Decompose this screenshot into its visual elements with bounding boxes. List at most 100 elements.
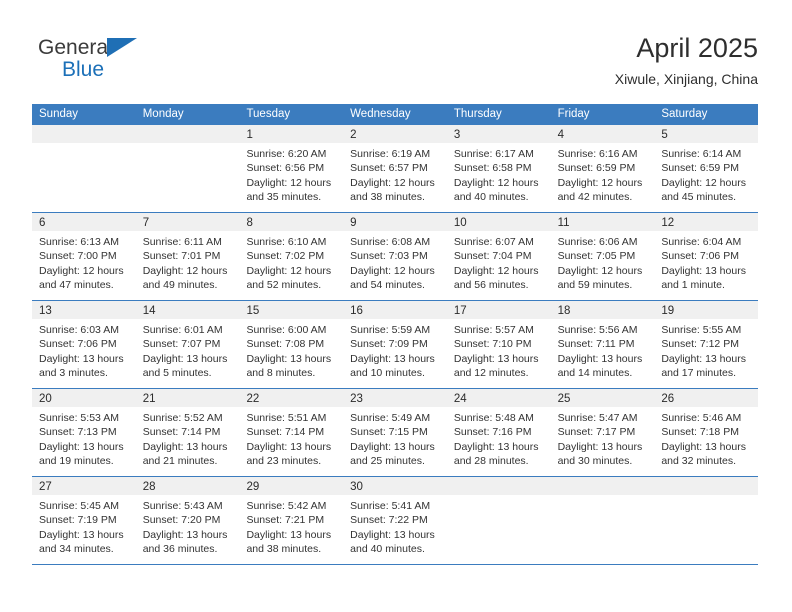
- sunset-text: Sunset: 7:01 PM: [142, 250, 221, 263]
- day-cell[interactable]: 18 Sunrise: 5:56 AM Sunset: 7:11 PM Dayligh…: [550, 301, 655, 388]
- daylight-text-line1: Daylight: 12 hours: [142, 264, 228, 277]
- day-cell[interactable]: 23 Sunrise: 5:49 AM Sunset: 7:15 PM Dayligh…: [343, 389, 447, 476]
- sunrise-text: Sunrise: 5:41 AM: [350, 500, 431, 512]
- day-cell[interactable]: 13 Sunrise: 6:03 AM Sunset: 7:06 PM Dayligh…: [32, 301, 136, 388]
- sunrise-text: Sunrise: 5:56 AM: [557, 324, 638, 336]
- day-cell[interactable]: 21 Sunrise: 5:52 AM Sunset: 7:14 PM Dayligh…: [135, 389, 240, 476]
- sunset-text: Sunset: 7:07 PM: [142, 338, 221, 351]
- daylight-text-line2: and 17 minutes.: [661, 366, 737, 379]
- day-cell[interactable]: [135, 125, 240, 212]
- day-cell[interactable]: 17 Sunrise: 5:57 AM Sunset: 7:10 PM Dayligh…: [446, 301, 551, 388]
- daylight-text-line1: Daylight: 13 hours: [557, 440, 643, 453]
- weekday-header-thursday: Thursday: [453, 108, 502, 120]
- day-number: 26: [661, 393, 675, 405]
- daylight-text-line2: and 56 minutes.: [453, 278, 529, 291]
- daylight-text-line2: and 30 minutes.: [557, 454, 633, 467]
- day-cell[interactable]: 20 Sunrise: 5:53 AM Sunset: 7:13 PM Dayligh…: [32, 389, 136, 476]
- day-number: 15: [246, 305, 260, 317]
- sunset-text: Sunset: 7:18 PM: [661, 426, 739, 439]
- week-row: 1 Sunrise: 6:20 AM Sunset: 6:56 PM Daylight…: [32, 125, 759, 213]
- sunrise-text: Sunrise: 5:59 AM: [350, 324, 431, 336]
- daylight-text-line1: Daylight: 12 hours: [453, 264, 539, 277]
- sunrise-text: Sunrise: 6:10 AM: [246, 236, 327, 248]
- day-cell[interactable]: 3 Sunrise: 6:17 AM Sunset: 6:58 PM Daylight…: [446, 125, 551, 212]
- day-cell[interactable]: [654, 477, 759, 564]
- sunrise-text: Sunrise: 5:55 AM: [661, 324, 742, 336]
- day-cell[interactable]: 8 Sunrise: 6:10 AM Sunset: 7:02 PM Daylight…: [239, 213, 344, 300]
- daylight-text-line2: and 12 minutes.: [453, 366, 529, 379]
- sunrise-text: Sunrise: 5:42 AM: [246, 500, 327, 512]
- sunset-text: Sunset: 7:17 PM: [557, 426, 636, 439]
- daylight-text-line2: and 40 minutes.: [350, 542, 425, 555]
- sunset-text: Sunset: 7:22 PM: [350, 514, 428, 527]
- day-cell[interactable]: 1 Sunrise: 6:20 AM Sunset: 6:56 PM Daylight…: [239, 125, 344, 212]
- day-number: 3: [453, 129, 461, 141]
- sunset-text: Sunset: 7:00 PM: [39, 250, 117, 263]
- day-number: 13: [39, 305, 52, 317]
- day-cell[interactable]: 10 Sunrise: 6:07 AM Sunset: 7:04 PM Dayligh…: [446, 213, 551, 300]
- day-number: 18: [557, 305, 571, 317]
- daylight-text-line1: Daylight: 12 hours: [39, 264, 124, 277]
- daylight-text-line1: Daylight: 12 hours: [246, 264, 332, 277]
- sunrise-text: Sunrise: 6:08 AM: [350, 236, 431, 248]
- day-cell[interactable]: 11 Sunrise: 6:06 AM Sunset: 7:05 PM Dayligh…: [550, 213, 655, 300]
- day-number: 22: [246, 393, 260, 405]
- day-cell[interactable]: 5 Sunrise: 6:14 AM Sunset: 6:59 PM Daylight…: [654, 125, 759, 212]
- sunset-text: Sunset: 7:13 PM: [39, 426, 117, 439]
- day-cell[interactable]: 27 Sunrise: 5:45 AM Sunset: 7:19 PM Dayligh…: [32, 477, 136, 564]
- day-number: 20: [39, 393, 52, 405]
- sunset-text: Sunset: 7:08 PM: [246, 338, 325, 351]
- daylight-text-line1: Daylight: 12 hours: [661, 176, 746, 189]
- calendar-grid: Sunday Monday Tuesday Wednesday Thursday…: [32, 104, 759, 565]
- day-cell[interactable]: 22 Sunrise: 5:51 AM Sunset: 7:14 PM Dayligh…: [239, 389, 344, 476]
- week-row: 13 Sunrise: 6:03 AM Sunset: 7:06 PM Dayligh…: [32, 301, 759, 389]
- sunset-text: Sunset: 6:58 PM: [453, 162, 532, 175]
- sunset-text: Sunset: 6:59 PM: [557, 162, 636, 175]
- sunset-text: Sunset: 7:10 PM: [453, 338, 532, 351]
- day-cell[interactable]: [446, 477, 551, 564]
- sunrise-text: Sunrise: 5:43 AM: [142, 500, 223, 512]
- day-cell[interactable]: [550, 477, 655, 564]
- daylight-text-line2: and 28 minutes.: [453, 454, 529, 467]
- daylight-text-line1: Daylight: 13 hours: [661, 264, 746, 277]
- day-cell[interactable]: 12 Sunrise: 6:04 AM Sunset: 7:06 PM Dayligh…: [654, 213, 759, 300]
- sunrise-text: Sunrise: 6:13 AM: [39, 236, 119, 248]
- day-cell[interactable]: 28 Sunrise: 5:43 AM Sunset: 7:20 PM Dayligh…: [135, 477, 240, 564]
- sunset-text: Sunset: 7:02 PM: [246, 250, 325, 263]
- page-title: April 2025: [636, 33, 758, 63]
- daylight-text-line2: and 19 minutes.: [39, 454, 114, 467]
- daylight-text-line2: and 49 minutes.: [142, 278, 218, 291]
- weekday-header-friday: Friday: [557, 108, 590, 120]
- sunset-text: Sunset: 7:11 PM: [557, 338, 635, 351]
- day-cell[interactable]: 30 Sunrise: 5:41 AM Sunset: 7:22 PM Dayligh…: [343, 477, 447, 564]
- day-cell[interactable]: 25 Sunrise: 5:47 AM Sunset: 7:17 PM Dayligh…: [550, 389, 655, 476]
- sunrise-text: Sunrise: 6:20 AM: [246, 148, 327, 160]
- daylight-text-line1: Daylight: 13 hours: [142, 440, 228, 453]
- general-blue-logo[interactable]: General Blue: [38, 36, 168, 88]
- day-number: 8: [246, 217, 253, 229]
- daylight-text-line2: and 38 minutes.: [350, 190, 425, 203]
- day-cell[interactable]: 26 Sunrise: 5:46 AM Sunset: 7:18 PM Dayligh…: [654, 389, 759, 476]
- day-cell[interactable]: 29 Sunrise: 5:42 AM Sunset: 7:21 PM Dayligh…: [239, 477, 344, 564]
- day-cell[interactable]: [32, 125, 136, 212]
- day-cell[interactable]: 2 Sunrise: 6:19 AM Sunset: 6:57 PM Daylight…: [343, 125, 447, 212]
- day-cell[interactable]: 16 Sunrise: 5:59 AM Sunset: 7:09 PM Dayligh…: [343, 301, 447, 388]
- day-cell[interactable]: 15 Sunrise: 6:00 AM Sunset: 7:08 PM Dayligh…: [239, 301, 344, 388]
- sunset-text: Sunset: 7:06 PM: [661, 250, 739, 263]
- day-cell[interactable]: 6 Sunrise: 6:13 AM Sunset: 7:00 PM Daylight…: [32, 213, 136, 300]
- sunrise-text: Sunrise: 6:07 AM: [453, 236, 534, 248]
- day-cell[interactable]: 7 Sunrise: 6:11 AM Sunset: 7:01 PM Daylight…: [135, 213, 240, 300]
- day-cell[interactable]: 14 Sunrise: 6:01 AM Sunset: 7:07 PM Dayligh…: [135, 301, 240, 388]
- day-cell[interactable]: 9 Sunrise: 6:08 AM Sunset: 7:03 PM Daylight…: [343, 213, 447, 300]
- day-number: 11: [557, 217, 570, 229]
- sunset-text: Sunset: 7:09 PM: [350, 338, 428, 351]
- sunrise-text: Sunrise: 5:48 AM: [453, 412, 534, 424]
- weekday-header-row: Sunday Monday Tuesday Wednesday Thursday…: [32, 104, 758, 125]
- sunset-text: Sunset: 6:59 PM: [661, 162, 739, 175]
- day-cell[interactable]: 24 Sunrise: 5:48 AM Sunset: 7:16 PM Dayligh…: [446, 389, 551, 476]
- daylight-text-line2: and 35 minutes.: [246, 190, 322, 203]
- day-cell[interactable]: 19 Sunrise: 5:55 AM Sunset: 7:12 PM Dayligh…: [654, 301, 759, 388]
- daylight-text-line2: and 45 minutes.: [661, 190, 737, 203]
- day-cell[interactable]: 4 Sunrise: 6:16 AM Sunset: 6:59 PM Daylight…: [550, 125, 655, 212]
- sunset-text: Sunset: 7:19 PM: [39, 514, 117, 527]
